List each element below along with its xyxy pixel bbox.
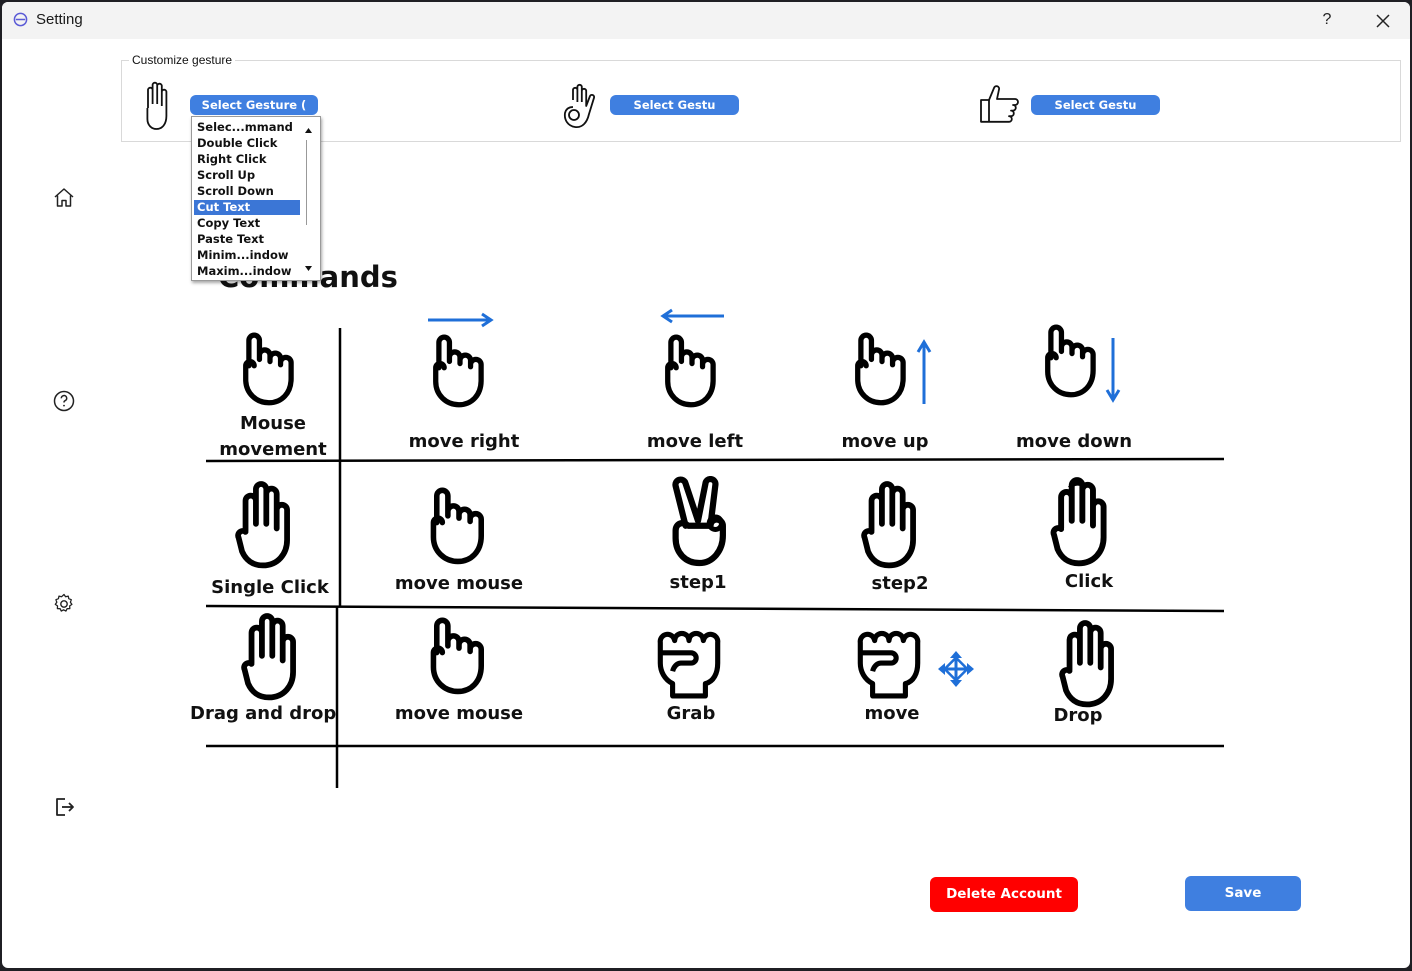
pointing-hand-icon xyxy=(850,332,914,408)
dropdown-option[interactable]: Copy Text xyxy=(194,216,301,231)
pointing-hand-icon xyxy=(428,334,492,410)
step-label: step2 xyxy=(871,573,929,594)
select-gesture-1-button[interactable]: Select Gesture ( xyxy=(190,95,318,115)
step-label: move right xyxy=(408,431,520,452)
step-label: move down xyxy=(1015,431,1133,452)
ok-hand-icon xyxy=(563,83,595,128)
step-label: Click xyxy=(1064,571,1114,592)
pointing-hand-icon xyxy=(660,334,724,410)
close-icon[interactable] xyxy=(1368,6,1398,36)
gear-icon[interactable] xyxy=(52,592,76,616)
dropdown-option[interactable]: Scroll Down xyxy=(194,184,301,199)
customize-gesture-title: Customize gesture xyxy=(129,53,236,67)
pointing-hand-icon xyxy=(426,617,492,697)
help-button[interactable]: ? xyxy=(1314,6,1340,34)
dropdown-option[interactable]: Minim...indow xyxy=(194,248,301,263)
delete-account-button[interactable]: Delete Account xyxy=(930,877,1078,912)
peace-hand-icon xyxy=(666,476,730,568)
row-name-drag-and-drop: Drag and drop xyxy=(190,703,337,724)
dropdown-option[interactable]: Paste Text xyxy=(194,232,301,247)
dropdown-scrollbar[interactable] xyxy=(300,118,317,277)
dropdown-option[interactable]: Maxim...indow xyxy=(194,264,301,279)
open-palm-icon xyxy=(146,81,168,130)
dropdown-option[interactable]: Scroll Up xyxy=(194,168,301,183)
command-dropdown-list[interactable]: Selec...mmand Double Click Right Click S… xyxy=(191,116,321,281)
arrow-right-icon xyxy=(428,312,494,328)
dropdown-option[interactable]: Right Click xyxy=(194,152,301,167)
row-name-single-click: Single Click xyxy=(211,577,329,598)
step-label: move mouse xyxy=(394,573,524,594)
logout-icon[interactable] xyxy=(52,795,76,819)
thumbs-side-hand-icon xyxy=(980,85,1019,123)
settings-window: Setting ? Customize gesture Select Gestu… xyxy=(2,2,1410,968)
fist-icon xyxy=(852,618,926,700)
step-label: move up xyxy=(841,431,929,452)
step-label: Grab xyxy=(666,703,716,724)
dropdown-option[interactable]: Double Click xyxy=(194,136,301,151)
app-logo-icon xyxy=(13,12,28,27)
home-icon[interactable] xyxy=(52,186,76,210)
dropdown-option-selected[interactable]: Cut Text xyxy=(194,200,301,215)
step-label: move mouse xyxy=(394,703,524,724)
fist-icon xyxy=(652,618,726,700)
open-hand-icon xyxy=(226,480,302,570)
step-label: move xyxy=(864,703,920,724)
arrow-left-icon xyxy=(660,308,724,324)
open-hand-icon xyxy=(852,480,928,570)
step-label: step1 xyxy=(669,572,727,593)
step-label: move left xyxy=(646,431,744,452)
step-label: Drop xyxy=(1053,705,1103,726)
row-name-mouse-movement: Mouse movement xyxy=(219,413,327,460)
window-title: Setting xyxy=(36,11,83,28)
click-hand-icon xyxy=(1042,476,1118,568)
open-hand-icon xyxy=(1050,619,1126,709)
arrow-up-icon xyxy=(916,339,932,404)
dropdown-option[interactable]: Selec...mmand xyxy=(194,120,301,135)
arrow-down-icon xyxy=(1105,338,1121,403)
scrollbar-thumb xyxy=(306,140,307,225)
help-circle-icon[interactable] xyxy=(52,389,76,413)
open-hand-icon xyxy=(232,612,308,702)
move-arrows-icon xyxy=(938,651,974,687)
select-gesture-2-button[interactable]: Select Gestu xyxy=(610,95,739,115)
pointing-hand-icon xyxy=(1040,324,1104,400)
select-gesture-3-button[interactable]: Select Gestu xyxy=(1031,95,1160,115)
title-bar: Setting ? xyxy=(2,2,1410,39)
pointing-hand-icon xyxy=(238,332,302,408)
save-button[interactable]: Save xyxy=(1185,876,1301,911)
pointing-hand-icon xyxy=(426,487,492,567)
